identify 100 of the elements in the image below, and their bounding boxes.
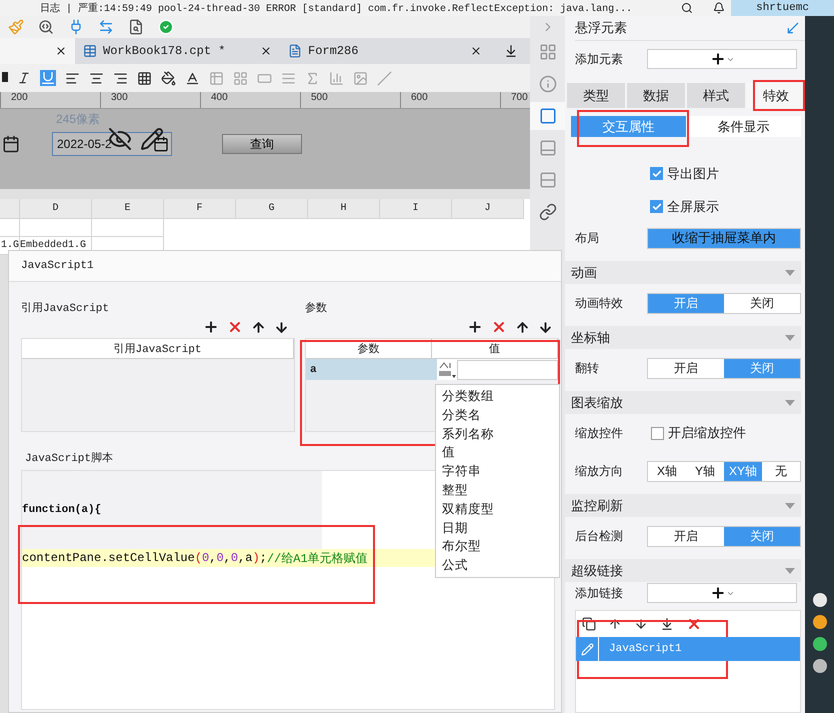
column-header: 参数 (306, 339, 432, 358)
move-down-icon[interactable] (634, 617, 648, 631)
bell-icon[interactable] (713, 2, 726, 14)
field-label: 后台检测 (575, 528, 624, 544)
sub-tab[interactable]: 条件显示 (686, 116, 801, 137)
add-icon[interactable] (203, 319, 219, 335)
fill-color-icon[interactable] (161, 70, 176, 86)
add-icon[interactable] (467, 319, 483, 335)
field-label: 布局 (575, 230, 600, 246)
move-up-icon[interactable] (608, 617, 622, 631)
text-search-icon[interactable] (38, 19, 54, 35)
field-label: 缩放方向 (575, 462, 624, 480)
checkbox[interactable] (650, 200, 663, 213)
field-label: 翻转 (575, 360, 600, 376)
collapse-icon[interactable] (785, 20, 801, 36)
checkbox-label: 全屏展示 (667, 198, 719, 216)
layout-select[interactable]: 收缩于抽屉菜单内 (647, 228, 801, 248)
calendar-icon[interactable] (2, 135, 20, 153)
menu-item[interactable]: 值 (436, 443, 559, 462)
tray-icon[interactable] (812, 593, 826, 607)
underline-icon[interactable] (40, 70, 56, 86)
segmented-control[interactable]: 开启 关闭 (647, 292, 801, 314)
calendar-icon[interactable] (153, 136, 169, 152)
menu-item[interactable]: 分类数组 (436, 387, 559, 406)
type-icon[interactable] (437, 360, 457, 378)
field-label: 缩放控件 (575, 424, 624, 442)
edit-icon[interactable] (580, 642, 594, 656)
checkbox[interactable] (651, 426, 664, 440)
close-icon[interactable] (55, 45, 67, 57)
menu-item[interactable]: 分类名 (436, 406, 559, 425)
field-label: 添加元素 (575, 50, 624, 68)
highlight-frame (753, 80, 805, 111)
ruler: 200 300 400 500 600 700 (0, 92, 530, 109)
field-label: 动画特效 (575, 294, 624, 312)
table-cell[interactable]: a (306, 359, 437, 380)
plus-icon (710, 51, 726, 67)
move-up-icon[interactable] (251, 320, 266, 334)
segmented-control[interactable]: X轴 Y轴 XY轴 无 (647, 460, 801, 482)
font-color-icon[interactable] (185, 70, 200, 86)
close-icon[interactable] (260, 45, 272, 57)
tab-menu-icon[interactable] (504, 44, 518, 58)
caret-icon (785, 502, 795, 508)
move-up-icon[interactable] (515, 320, 530, 334)
panel-title: 悬浮元素 (575, 19, 627, 37)
move-bottom-icon[interactable] (660, 617, 674, 631)
align-left-icon[interactable] (65, 70, 80, 86)
swap-icon[interactable] (98, 19, 114, 35)
segmented-control[interactable]: 开启 关闭 (647, 526, 801, 546)
column-header (0, 199, 20, 219)
caret-icon (785, 334, 795, 340)
column-header: J (452, 199, 524, 219)
checkbox-label: 开启缩放控件 (668, 424, 746, 442)
value-field[interactable] (457, 360, 558, 380)
group-label: JavaScript脚本 (25, 451, 114, 466)
date-field[interactable]: 2022-05-2 (52, 132, 172, 156)
property-tab[interactable]: 样式 (687, 83, 745, 108)
copy-icon[interactable] (582, 617, 596, 631)
section-header[interactable]: 超级链接 (565, 559, 801, 582)
segmented-control[interactable]: 开启 关闭 (647, 358, 801, 378)
field-label: 添加链接 (575, 584, 624, 602)
menu-item[interactable]: 系列名称 (436, 424, 559, 444)
dialog-title: JavaScript1 (9, 251, 561, 282)
section-header[interactable]: 监控刷新 (565, 494, 801, 517)
float-element-icon[interactable] (538, 107, 556, 125)
align-right-icon[interactable] (113, 70, 128, 86)
close-icon[interactable] (470, 45, 482, 57)
move-down-icon[interactable] (538, 320, 553, 334)
caret-icon (785, 270, 795, 276)
border-icon[interactable] (137, 70, 152, 86)
search-icon[interactable] (681, 2, 694, 14)
table-icon (83, 44, 97, 58)
tray-icon[interactable] (812, 615, 826, 629)
delete-icon[interactable] (491, 319, 507, 335)
section-header[interactable]: 坐标轴 (565, 326, 801, 349)
move-down-icon[interactable] (274, 320, 289, 334)
caret-icon (785, 568, 795, 574)
column-header: 引用JavaScript (22, 339, 294, 358)
align-center-icon[interactable] (89, 70, 104, 86)
delete-icon[interactable] (686, 616, 702, 632)
section-header[interactable]: 动画 (565, 261, 801, 284)
tray-icon[interactable] (812, 637, 826, 651)
link-icon[interactable] (538, 203, 556, 221)
check-icon[interactable] (158, 19, 174, 35)
plus-icon (710, 585, 726, 601)
checkbox-label: 导出图片 (667, 164, 719, 182)
property-tab[interactable]: 数据 (627, 83, 685, 108)
pencil-icon (140, 127, 164, 151)
tray-icon[interactable] (812, 659, 826, 673)
form-icon (288, 44, 302, 58)
delete-icon[interactable] (227, 319, 243, 335)
column-header: G (236, 199, 308, 219)
query-button[interactable]: 查询 (222, 134, 302, 154)
property-tab[interactable]: 类型 (567, 83, 625, 108)
cell-icon[interactable] (538, 43, 556, 61)
group-label: 参数 (305, 301, 328, 316)
checkbox[interactable] (650, 167, 663, 180)
section-header[interactable]: 图表缩放 (565, 391, 801, 414)
log-message: 日志 | 严重:14:59:49 pool-24-thread-30 ERROR [standard] com.fr.invoke.ReflectException: java.lang... (39, 2, 634, 15)
italic-icon[interactable] (17, 71, 31, 85)
preview-icon[interactable] (128, 19, 144, 35)
